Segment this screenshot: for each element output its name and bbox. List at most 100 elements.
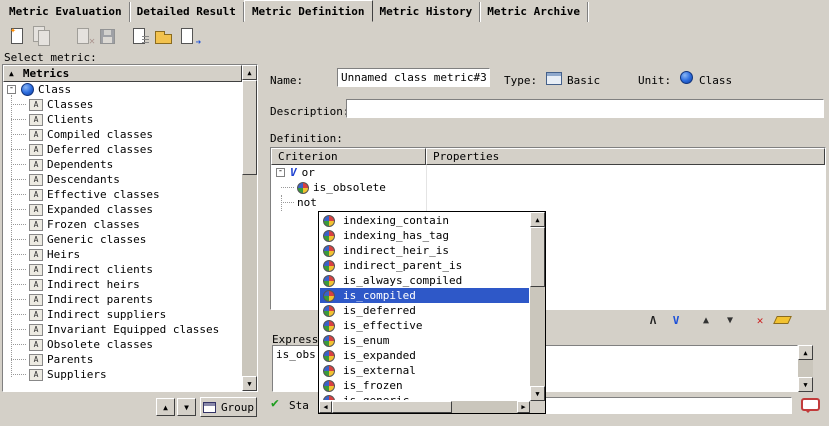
copy-metric-button[interactable] (30, 25, 53, 48)
group-toggle-button[interactable]: Group (200, 397, 257, 417)
metric-icon (29, 129, 43, 141)
scroll-up-icon[interactable] (530, 212, 545, 227)
comment-bubble-icon[interactable] (801, 398, 820, 411)
tree-connector (11, 344, 26, 345)
metric-tree-item[interactable]: Deferred classes (3, 142, 242, 157)
collapse-icon[interactable] (7, 85, 16, 94)
tab[interactable]: Detailed Result (130, 2, 244, 22)
tab[interactable]: Metric History (373, 2, 481, 22)
class-unit-icon (680, 71, 693, 84)
criterion-option[interactable]: is_external (320, 363, 529, 378)
criterion-row-not[interactable]: not (271, 195, 825, 210)
metric-tree-item[interactable]: Parents (3, 352, 242, 367)
metric-tree-item[interactable]: Frozen classes (3, 217, 242, 232)
criterion-option[interactable]: indirect_heir_is (320, 243, 529, 258)
metric-tree-item[interactable]: Expanded classes (3, 202, 242, 217)
properties-column-header[interactable]: Properties (426, 148, 825, 165)
description-input[interactable] (346, 99, 824, 118)
metric-name: Compiled classes (47, 128, 153, 141)
metric-tree-item[interactable]: Obsolete classes (3, 337, 242, 352)
criterion-option[interactable]: is generic (320, 393, 529, 400)
save-metric-button[interactable] (96, 25, 119, 48)
tab[interactable]: Metric Archive (480, 2, 588, 22)
metric-tree-item[interactable]: Classes (3, 97, 242, 112)
tree-connector (11, 329, 26, 330)
criterion-option[interactable]: indexing_contain (320, 213, 529, 228)
dropdown-horizontal-scrollbar[interactable] (319, 401, 530, 413)
tree-connector (11, 269, 26, 270)
scroll-down-icon[interactable] (242, 376, 257, 391)
metric-tree-item[interactable]: Clients (3, 112, 242, 127)
scroll-left-icon[interactable] (319, 401, 332, 413)
metric-tree-item[interactable]: Indirect suppliers (3, 307, 242, 322)
delete-metric-button[interactable] (72, 25, 95, 48)
metric-tree-scrollbar[interactable] (242, 65, 257, 391)
metric-tree-item[interactable]: Indirect clients (3, 262, 242, 277)
metric-tree-item[interactable]: Indirect heirs (3, 277, 242, 292)
type-value: Basic (567, 74, 600, 87)
criterion-option[interactable]: is_expanded (320, 348, 529, 363)
metric-tree-item[interactable]: Suppliers (3, 367, 242, 382)
and-criterion-button[interactable]: Λ (643, 311, 663, 329)
criterion-option[interactable]: indexing_has_tag (320, 228, 529, 243)
scroll-up-icon[interactable] (798, 345, 813, 360)
open-metric-file-button[interactable] (152, 25, 175, 48)
scroll-up-icon[interactable] (242, 65, 257, 80)
collapse-icon[interactable] (276, 168, 285, 177)
criterion-option[interactable]: indirect_parent_is (320, 258, 529, 273)
scrollbar-thumb[interactable] (242, 80, 257, 175)
criterion-option-label: is_frozen (343, 379, 403, 392)
tab[interactable]: Metric Definition (244, 0, 373, 22)
metric-name: Indirect clients (47, 263, 153, 276)
tree-item-class-root[interactable]: Class (3, 82, 242, 97)
scroll-right-icon[interactable] (517, 401, 530, 413)
metric-icon (29, 369, 43, 381)
delete-criterion-button[interactable]: ✕ (750, 311, 770, 329)
criterion-row-is-obsolete[interactable]: is_obsolete (271, 180, 825, 195)
metric-tree-item[interactable]: Descendants (3, 172, 242, 187)
criterion-option[interactable]: is_enum (320, 333, 529, 348)
move-metric-up-button[interactable] (156, 398, 175, 416)
metric-icon (29, 99, 43, 111)
scrollbar-thumb[interactable] (530, 227, 545, 287)
scroll-down-icon[interactable] (798, 377, 813, 392)
criterion-option[interactable]: is_deferred (320, 303, 529, 318)
metric-name: Generic classes (47, 233, 146, 246)
metrics-column-header[interactable]: Metrics (3, 65, 242, 82)
metric-icon (29, 324, 43, 336)
criterion-option[interactable]: is_compiled (320, 288, 529, 303)
metric-tree-item[interactable]: Generic classes (3, 232, 242, 247)
criterion-icon (323, 335, 335, 347)
metric-tree-item[interactable]: Indirect parents (3, 292, 242, 307)
dropdown-vertical-scrollbar[interactable] (530, 212, 545, 401)
metric-tree-item[interactable]: Heirs (3, 247, 242, 262)
tab[interactable]: Metric Evaluation (2, 2, 130, 22)
move-metric-down-button[interactable] (177, 398, 196, 416)
metric-tree-item[interactable]: Invariant Equipped classes (3, 322, 242, 337)
metric-tree-item[interactable]: Dependents (3, 157, 242, 172)
move-criterion-down-button[interactable]: ▼ (720, 311, 740, 329)
criterion-option[interactable]: is_frozen (320, 378, 529, 393)
import-metric-button[interactable] (128, 25, 151, 48)
name-input[interactable]: Unnamed class metric#3 (337, 68, 490, 87)
scrollbar-thumb[interactable] (332, 401, 452, 413)
criterion-option[interactable]: is_effective (320, 318, 529, 333)
new-metric-button[interactable] (6, 25, 29, 48)
metric-name: Suppliers (47, 368, 107, 381)
move-criterion-up-button[interactable]: ▲ (696, 311, 716, 329)
metric-tree-item[interactable]: Effective classes (3, 187, 242, 202)
export-metric-button[interactable] (176, 25, 199, 48)
scroll-down-icon[interactable] (530, 386, 545, 401)
criterion-icon (323, 380, 335, 392)
tree-connector (11, 224, 26, 225)
erase-criterion-button[interactable] (772, 311, 792, 329)
type-label: Type: (504, 74, 537, 87)
expression-scrollbar[interactable] (798, 345, 813, 392)
metric-icon (29, 174, 43, 186)
criterion-column-header[interactable]: Criterion (271, 148, 426, 165)
metric-icon (29, 309, 43, 321)
criterion-option[interactable]: is_always_compiled (320, 273, 529, 288)
criterion-row-or[interactable]: V or (271, 165, 825, 180)
metric-tree-item[interactable]: Compiled classes (3, 127, 242, 142)
or-criterion-button[interactable]: V (666, 311, 686, 329)
